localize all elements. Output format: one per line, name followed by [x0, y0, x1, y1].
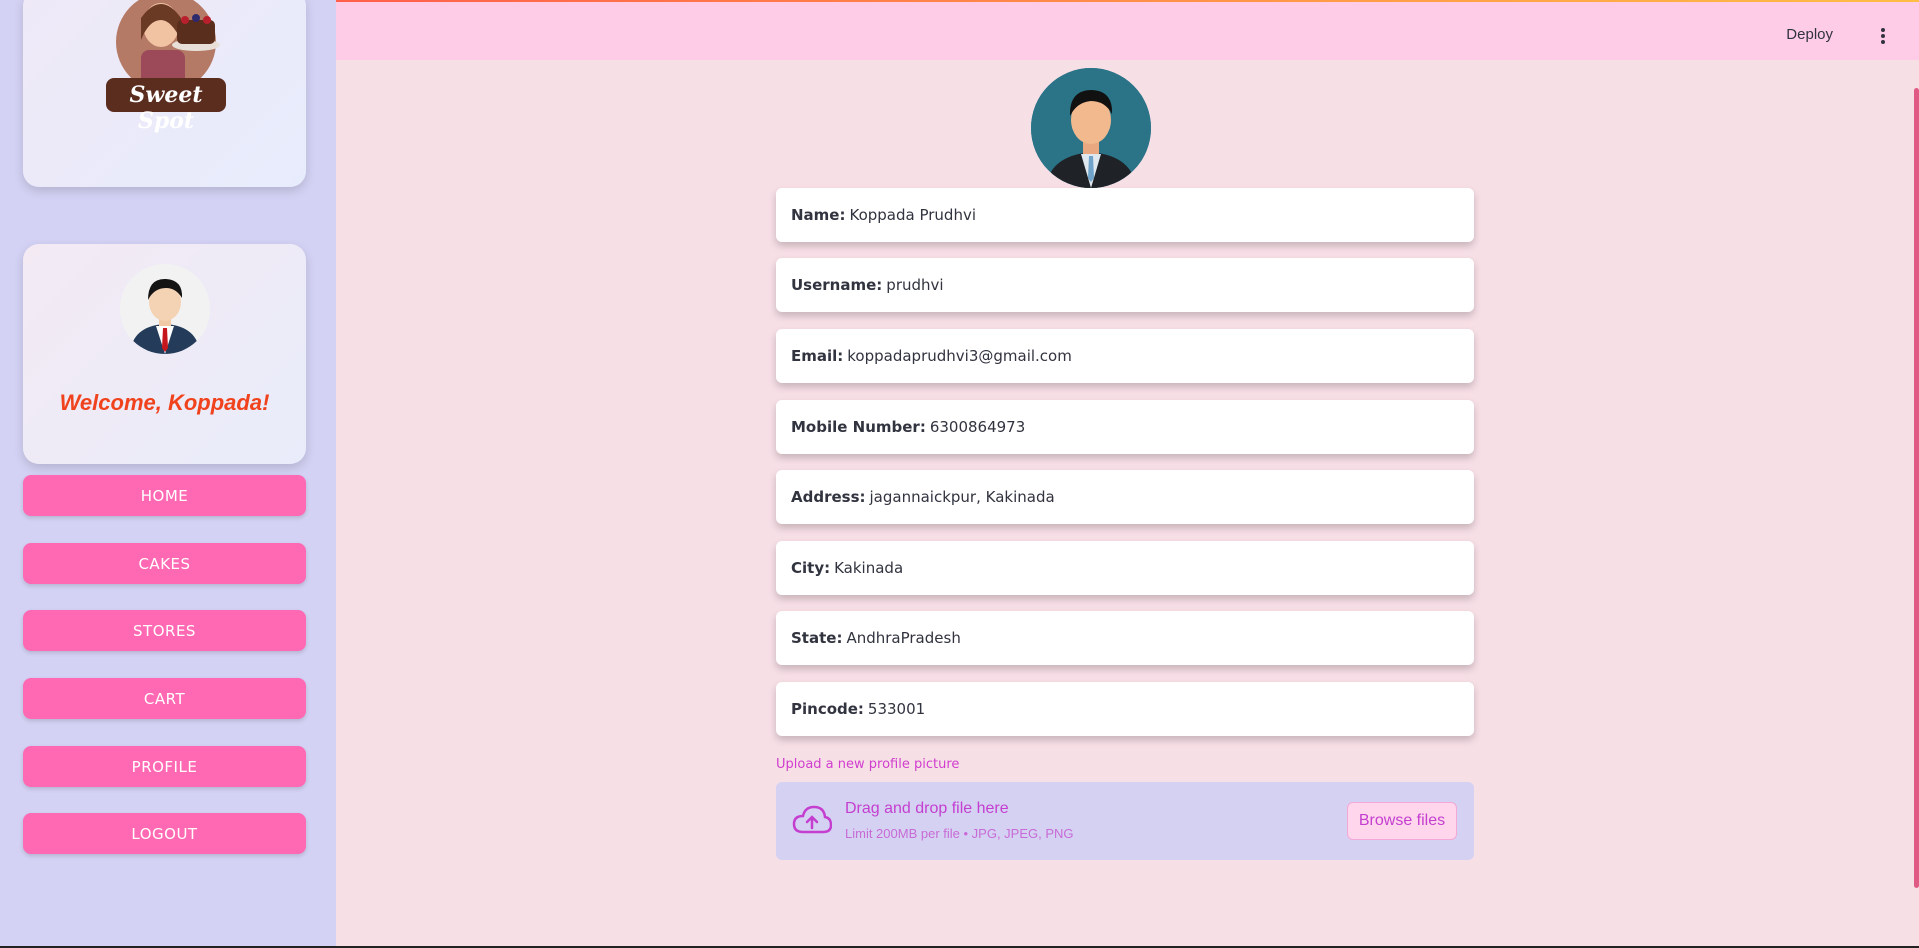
field-value: Kakinada	[834, 559, 904, 577]
profile-address-field: Address: jagannaickpur, Kakinada	[776, 470, 1474, 524]
logo-card: Sweet Spot	[23, 0, 306, 187]
nav-cart-button[interactable]: CART	[23, 678, 306, 719]
field-label: Name:	[791, 206, 846, 224]
field-label: Username:	[791, 276, 883, 294]
field-label: State:	[791, 629, 843, 647]
field-value: Koppada Prudhvi	[849, 206, 976, 224]
browse-files-button[interactable]: Browse files	[1347, 802, 1457, 840]
deploy-button[interactable]: Deploy	[1786, 26, 1833, 43]
cloud-upload-icon	[792, 805, 832, 834]
nav-cakes-button[interactable]: CAKES	[23, 543, 306, 584]
field-label: City:	[791, 559, 831, 577]
nav-logout-button[interactable]: LOGOUT	[23, 813, 306, 854]
welcome-message: Welcome, Koppada!	[59, 390, 270, 415]
main-menu-icon[interactable]	[1880, 28, 1886, 46]
field-label: Address:	[791, 488, 866, 506]
nav-stores-button[interactable]: STORES	[23, 610, 306, 651]
app-header: Deploy	[336, 2, 1919, 60]
field-value: 6300864973	[929, 418, 1026, 436]
profile-pincode-field: Pincode: 533001	[776, 682, 1474, 736]
field-value: jagannaickpur, Kakinada	[869, 488, 1055, 506]
nav-profile-button[interactable]: PROFILE	[23, 746, 306, 787]
field-value: koppadaprudhvi3@gmail.com	[847, 347, 1072, 365]
logo-text: Sweet Spot	[129, 82, 203, 134]
user-card: Welcome, Koppada!	[23, 244, 306, 464]
scrollbar[interactable]	[1914, 88, 1919, 888]
dropzone-limit: Limit 200MB per file • JPG, JPEG, PNG	[845, 826, 1074, 841]
sweet-spot-logo: Sweet Spot	[101, 0, 231, 134]
profile-picture	[1031, 68, 1151, 188]
field-label: Mobile Number:	[791, 418, 926, 436]
sidebar: Sweet Spot Welcome, Koppada! HOME CAKES …	[0, 0, 336, 948]
field-label: Pincode:	[791, 700, 864, 718]
profile-city-field: City: Kakinada	[776, 541, 1474, 595]
field-value: 533001	[867, 700, 926, 718]
user-avatar	[120, 264, 210, 354]
profile-username-field: Username: prudhvi	[776, 258, 1474, 312]
profile-mobile-field: Mobile Number: 6300864973	[776, 400, 1474, 454]
field-label: Email:	[791, 347, 844, 365]
field-value: AndhraPradesh	[846, 629, 961, 647]
profile-email-field: Email: koppadaprudhvi3@gmail.com	[776, 329, 1474, 383]
profile-name-field: Name: Koppada Prudhvi	[776, 188, 1474, 242]
field-value: prudhvi	[886, 276, 944, 294]
upload-label: Upload a new profile picture	[776, 757, 960, 772]
dropzone-title: Drag and drop file here	[845, 800, 1009, 817]
nav-home-button[interactable]: HOME	[23, 475, 306, 516]
profile-state-field: State: AndhraPradesh	[776, 611, 1474, 665]
file-dropzone[interactable]: Drag and drop file here Limit 200MB per …	[776, 782, 1474, 860]
